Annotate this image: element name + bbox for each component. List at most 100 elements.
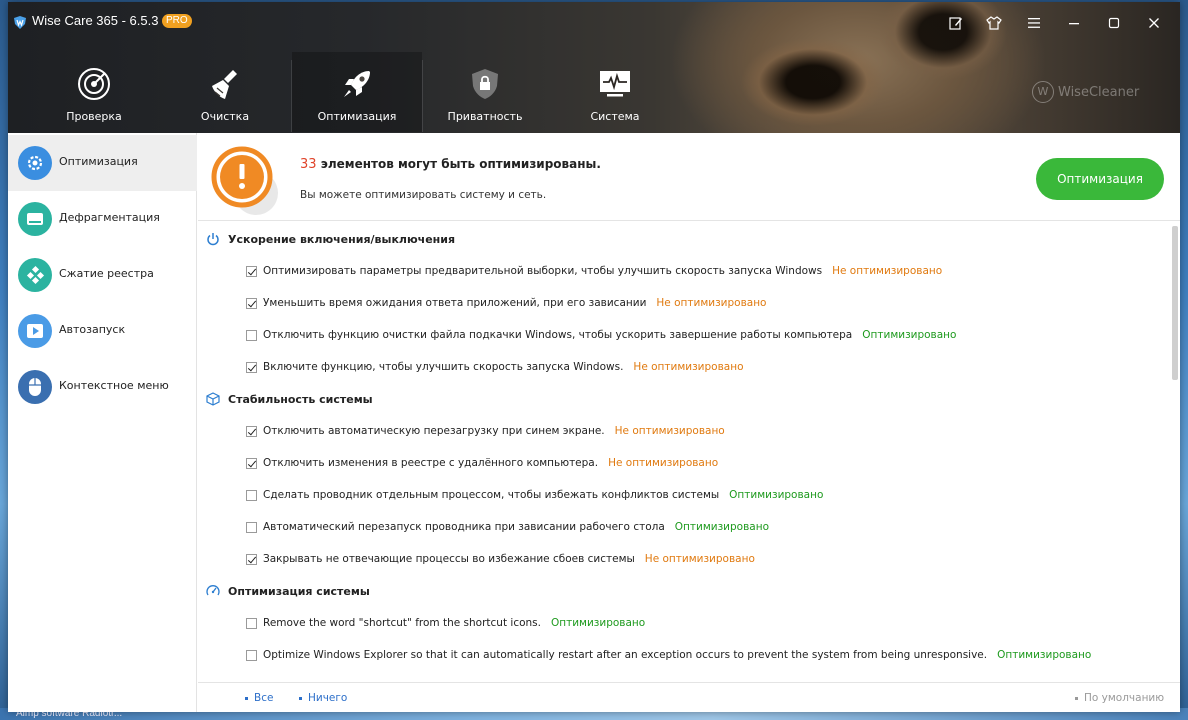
maximize-icon <box>1108 17 1120 29</box>
checkbox[interactable] <box>246 297 257 309</box>
power-icon <box>207 233 219 246</box>
sidebar-item-label: Контекстное меню <box>59 379 169 392</box>
status-label: Не оптимизировано <box>644 553 755 565</box>
sidebar-item-label: Сжатие реестра <box>59 267 154 280</box>
status-label: Оптимизировано <box>550 617 646 629</box>
section-header-system: Оптимизация системы <box>206 581 370 601</box>
checkbox[interactable] <box>246 489 257 501</box>
minimize-icon <box>1069 23 1079 25</box>
status-label: Не оптимизировано <box>832 265 943 277</box>
shirt-icon <box>986 16 1002 30</box>
nav-item-clean[interactable]: Очистка <box>160 52 290 132</box>
optimize-button[interactable]: Оптимизация <box>1036 158 1164 200</box>
close-icon <box>1149 18 1159 28</box>
item-text: Remove the word "shortcut" from the shor… <box>263 617 541 629</box>
main-nav: Проверка Очистка Оптимизация Приватность… <box>8 52 708 132</box>
item-text: Отключить автоматическую перезагрузку пр… <box>263 425 605 437</box>
item-text: Закрывать не отвечающие процессы во избе… <box>263 553 635 565</box>
section-header-stability: Стабильность системы <box>206 389 373 409</box>
checkbox[interactable] <box>246 521 257 533</box>
monitor-pulse-icon <box>600 71 630 97</box>
checkbox[interactable] <box>246 265 257 277</box>
checkbox[interactable] <box>246 617 257 629</box>
nav-item-optimize[interactable]: Оптимизация <box>292 52 422 132</box>
checkbox[interactable] <box>246 425 257 437</box>
nav-label: Проверка <box>66 110 122 123</box>
list-item[interactable]: Отключить автоматическую перезагрузку пр… <box>246 421 725 441</box>
edit-icon <box>949 17 962 30</box>
list-item[interactable]: Оптимизировать параметры предварительной… <box>246 261 942 281</box>
default-label: По умолчанию <box>1084 692 1165 704</box>
item-text: Отключить функцию очистки файла подкачки… <box>263 329 853 341</box>
sidebar-item-defrag[interactable]: Дефрагментация <box>8 191 197 247</box>
status-label: Не оптимизировано <box>608 457 719 469</box>
status-banner: 33 элементов могут быть оптимизированы. … <box>198 133 1180 221</box>
minimize-button[interactable] <box>1063 12 1085 34</box>
scrollbar-thumb[interactable] <box>1172 226 1178 380</box>
shield-lock-icon <box>472 69 498 99</box>
nav-label: Приватность <box>447 110 523 123</box>
item-text: Отключить изменения в реестре с удалённо… <box>263 457 599 469</box>
gear-icon <box>18 146 52 180</box>
select-none-link[interactable]: Ничего <box>299 692 347 704</box>
section-title: Стабильность системы <box>228 392 373 406</box>
list-item[interactable]: Включите функцию, чтобы улучшить скорост… <box>246 357 744 377</box>
select-all-label: Все <box>254 692 274 704</box>
menu-button[interactable] <box>1023 12 1045 34</box>
nav-item-privacy[interactable]: Приватность <box>420 52 550 132</box>
list-item[interactable]: Закрывать не отвечающие процессы во избе… <box>246 549 755 569</box>
list-item[interactable]: Optimize Windows Explorer so that it can… <box>246 645 1091 665</box>
registry-icon <box>18 258 52 292</box>
footer-bar: Все Ничего По умолчанию <box>198 682 1180 712</box>
app-title: Wise Care 365 - 6.5.3 <box>32 13 159 28</box>
sidebar-item-registry[interactable]: Сжатие реестра <box>8 247 197 303</box>
banner-subtitle: Вы можете оптимизировать систему и сеть. <box>300 189 547 201</box>
close-button[interactable] <box>1143 12 1165 34</box>
radar-icon <box>78 68 110 100</box>
sidebar-item-autorun[interactable]: Автозапуск <box>8 303 197 359</box>
disk-icon <box>18 202 52 236</box>
main-panel: 33 элементов могут быть оптимизированы. … <box>198 133 1180 712</box>
status-label: Оптимизировано <box>674 521 770 533</box>
status-label: Оптимизировано <box>862 329 957 341</box>
item-text: Включите функцию, чтобы улучшить скорост… <box>263 361 624 373</box>
maximize-button[interactable] <box>1103 12 1125 34</box>
item-text: Уменьшить время ожидания ответа приложен… <box>263 297 647 309</box>
banner-title-text: элементов могут быть оптимизированы. <box>320 157 601 171</box>
checkbox[interactable] <box>246 553 257 565</box>
app-logo-icon <box>14 16 26 29</box>
pro-badge: PRO <box>162 14 192 28</box>
select-all-link[interactable]: Все <box>245 692 273 704</box>
skin-button[interactable] <box>983 12 1005 34</box>
feedback-button[interactable] <box>945 12 967 34</box>
item-text: Оптимизировать параметры предварительной… <box>263 265 823 277</box>
checkbox[interactable] <box>246 361 257 373</box>
list-item[interactable]: Уменьшить время ожидания ответа приложен… <box>246 293 766 313</box>
list-item[interactable]: Отключить функцию очистки файла подкачки… <box>246 325 956 345</box>
list-item[interactable]: Автоматический перезапуск проводника при… <box>246 517 769 537</box>
titlebar: Wise Care 365 - 6.5.3 PRO <box>8 2 1180 44</box>
status-label: Оптимизировано <box>729 489 824 501</box>
nav-label: Очистка <box>200 110 250 123</box>
sidebar-item-label: Автозапуск <box>59 323 126 336</box>
broom-icon <box>212 70 237 99</box>
checkbox[interactable] <box>246 329 257 341</box>
cube-icon <box>206 392 220 406</box>
item-text: Optimize Windows Explorer so that it can… <box>263 649 988 661</box>
item-text: Сделать проводник отдельным процессом, ч… <box>263 489 720 501</box>
checkbox[interactable] <box>246 649 257 661</box>
sidebar-item-optimization[interactable]: Оптимизация <box>8 135 197 191</box>
list-item[interactable]: Remove the word "shortcut" from the shor… <box>246 613 645 633</box>
brand-watermark: W WiseCleaner <box>1032 81 1139 103</box>
nav-item-check[interactable]: Проверка <box>29 52 159 132</box>
nav-item-system[interactable]: Система <box>550 52 680 132</box>
sidebar-item-context-menu[interactable]: Контекстное меню <box>8 359 197 415</box>
status-label: Не оптимизировано <box>633 361 744 373</box>
checkbox[interactable] <box>246 457 257 469</box>
list-item[interactable]: Отключить изменения в реестре с удалённо… <box>246 453 718 473</box>
header: Wise Care 365 - 6.5.3 PRO Проверка Очист… <box>8 2 1180 133</box>
list-item[interactable]: Сделать проводник отдельным процессом, ч… <box>246 485 823 505</box>
app-window: Wise Care 365 - 6.5.3 PRO Проверка Очист… <box>8 2 1180 712</box>
default-link[interactable]: По умолчанию <box>1075 692 1164 704</box>
banner-title: 33 элементов могут быть оптимизированы. <box>300 157 601 172</box>
